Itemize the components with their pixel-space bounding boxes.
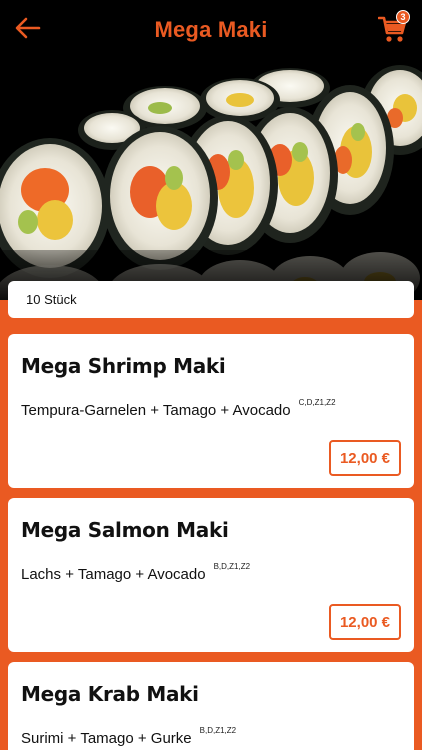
menu-item-card[interactable]: Mega Shrimp Maki Tempura-Garnelen + Tama…: [8, 334, 414, 488]
cart-count-badge: 3: [396, 10, 410, 24]
menu-item-card[interactable]: Mega Krab Maki Surimi + Tamago + Gurke B,…: [8, 662, 414, 750]
item-description-line: Lachs + Tamago + Avocado B,D,Z1,Z2: [21, 562, 250, 583]
pieces-label: 10 Stück: [8, 281, 414, 318]
item-name: Mega Krab Maki: [21, 682, 199, 706]
item-allergens: B,D,Z1,Z2: [213, 562, 251, 571]
item-allergens: B,D,Z1,Z2: [199, 726, 237, 735]
back-button[interactable]: [12, 12, 44, 44]
menu-item-card[interactable]: Mega Salmon Maki Lachs + Tamago + Avocad…: [8, 498, 414, 652]
top-bar: Mega Maki 3: [0, 0, 422, 60]
item-description: Surimi + Tamago + Gurke: [21, 730, 192, 747]
item-allergens: C,D,Z1,Z2: [298, 398, 336, 407]
price-button[interactable]: 12,00 €: [329, 604, 401, 640]
item-description-line: Tempura-Garnelen + Tamago + Avocado C,D,Z…: [21, 398, 336, 419]
item-description: Tempura-Garnelen + Tamago + Avocado: [21, 402, 291, 419]
item-description: Lachs + Tamago + Avocado: [21, 566, 206, 583]
hero-image: [0, 60, 422, 300]
item-description-line: Surimi + Tamago + Gurke B,D,Z1,Z2: [21, 726, 236, 747]
price-button[interactable]: 12,00 €: [329, 440, 401, 476]
cart-button[interactable]: 3: [377, 10, 410, 44]
item-name: Mega Salmon Maki: [21, 518, 229, 542]
item-name: Mega Shrimp Maki: [21, 354, 226, 378]
page-title: Mega Maki: [154, 17, 268, 42]
sushi-maki-rolls-image: [0, 60, 422, 300]
arrow-left-icon: [15, 17, 41, 39]
